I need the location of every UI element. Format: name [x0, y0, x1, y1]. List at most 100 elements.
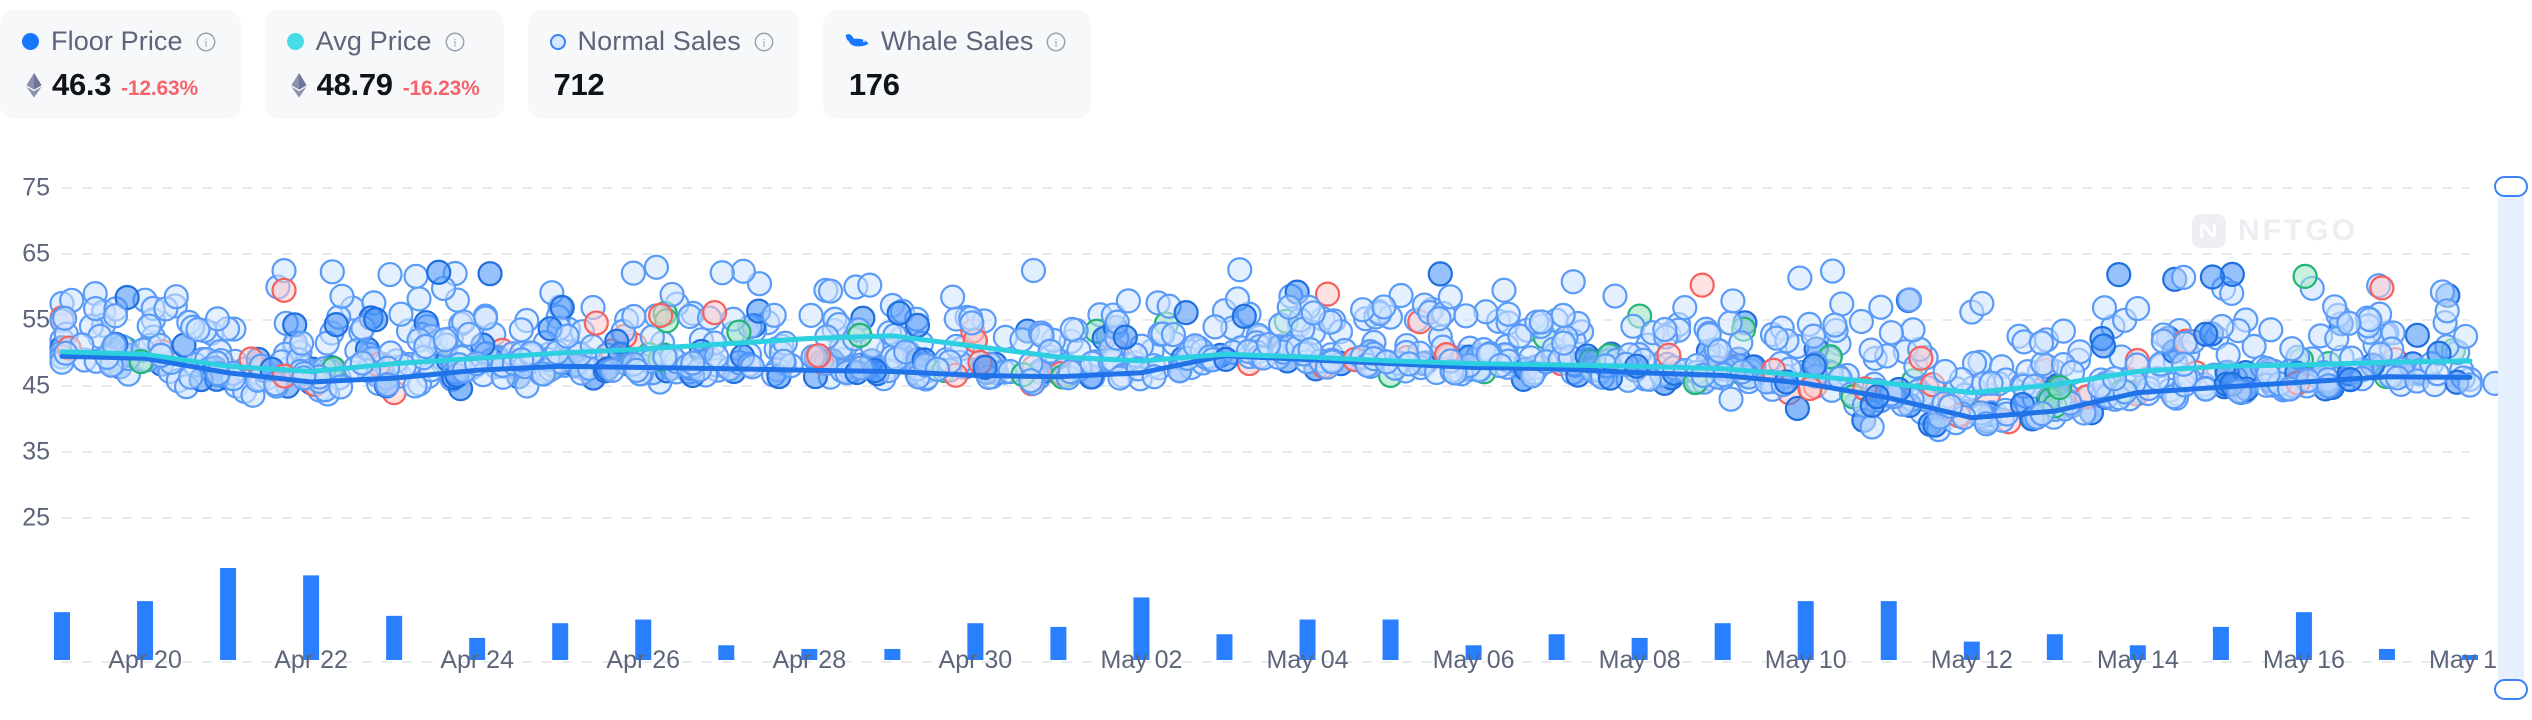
scatter-point: [2280, 337, 2303, 360]
legend-card-row: Floor Pricei46.3-12.63%Avg Pricei48.79-1…: [0, 10, 1091, 119]
x-axis-tick-label: May 12: [1902, 646, 2042, 675]
scatter-point: [1372, 295, 1395, 318]
x-axis-tick-label: Apr 24: [407, 646, 547, 675]
scatter-point: [405, 265, 428, 288]
volume-bar[interactable]: [884, 649, 900, 660]
svg-text:i: i: [453, 35, 457, 49]
scatter-point: [1233, 305, 1256, 328]
volume-bar[interactable]: [718, 645, 734, 660]
legend-card-avg-price[interactable]: Avg Pricei48.79-16.23%: [265, 10, 504, 119]
svg-text:i: i: [204, 35, 208, 49]
scatter-point: [1530, 310, 1553, 333]
eth-icon: [26, 73, 42, 98]
scatter-point: [1429, 262, 1452, 285]
info-icon[interactable]: i: [753, 31, 775, 53]
scatter-point: [1439, 285, 1462, 308]
slider-handle-bottom[interactable]: [2494, 679, 2528, 700]
scatter-point: [819, 280, 842, 303]
slider-handle-top[interactable]: [2494, 176, 2528, 197]
legend-card-label: Floor Price: [51, 26, 183, 57]
scatter-point: [645, 256, 668, 279]
scatter-point: [1902, 318, 1925, 341]
info-icon[interactable]: i: [1045, 31, 1067, 53]
y-axis-tick-label: 25: [0, 504, 50, 533]
y-axis-tick-label: 75: [0, 174, 50, 203]
nftgo-logo-icon: [2192, 214, 2226, 248]
svg-text:i: i: [1055, 35, 1059, 49]
y-axis-tick-label: 55: [0, 306, 50, 335]
info-icon[interactable]: i: [444, 31, 466, 53]
scatter-point: [2340, 347, 2363, 370]
y-axis-tick-label: 65: [0, 240, 50, 269]
scatter-point: [926, 358, 949, 381]
volume-bar[interactable]: [2379, 649, 2395, 660]
x-axis-tick-label: May 02: [1071, 646, 1211, 675]
x-axis-tick-label: May 08: [1570, 646, 1710, 675]
legend-card-floor-price[interactable]: Floor Pricei46.3-12.63%: [0, 10, 241, 119]
scatter-point: [364, 308, 387, 331]
scatter-point: [206, 307, 229, 330]
scatter-point: [1719, 311, 1742, 334]
volume-bar[interactable]: [552, 623, 568, 660]
scatter-point: [2194, 323, 2217, 346]
scatter-point: [1059, 360, 1082, 383]
scatter-point: [379, 263, 402, 286]
legend-card-value-row: 176: [845, 67, 1068, 103]
scatter-point: [2406, 324, 2429, 347]
scatter-point: [2436, 299, 2459, 322]
volume-bar[interactable]: [386, 616, 402, 660]
scatter-point: [1721, 289, 1744, 312]
volume-bar[interactable]: [2047, 634, 2063, 660]
scatter-point: [53, 307, 76, 330]
scatter-point: [732, 260, 755, 283]
info-icon[interactable]: i: [195, 31, 217, 53]
scatter-point: [1719, 388, 1742, 411]
legend-card-whale-sales[interactable]: Whale Salesi176: [823, 10, 1092, 119]
volume-bar[interactable]: [1050, 627, 1066, 660]
scatter-point: [2031, 352, 2054, 375]
nft-analytics-chart-panel: Floor Pricei46.3-12.63%Avg Pricei48.79-1…: [0, 0, 2532, 720]
scatter-point: [2092, 334, 2115, 357]
volume-bar[interactable]: [220, 568, 236, 660]
legend-card-value: 712: [554, 67, 605, 103]
volume-bar[interactable]: [1383, 620, 1399, 660]
scatter-point: [2217, 343, 2240, 366]
y-axis-tick-label: 45: [0, 372, 50, 401]
scatter-point: [325, 313, 348, 336]
scatter-point: [1880, 321, 1903, 344]
scatter-point: [290, 332, 313, 355]
scatter-point: [1278, 296, 1301, 319]
volume-bar[interactable]: [1549, 634, 1565, 660]
volume-bar[interactable]: [1216, 634, 1232, 660]
scatter-point: [1673, 296, 1696, 319]
scatter-point: [1552, 304, 1575, 327]
legend-card-label: Avg Price: [316, 26, 432, 57]
scatter-point: [138, 315, 161, 338]
scatter-point: [2052, 320, 2075, 343]
scatter-point: [1257, 333, 1280, 356]
scatter-point: [1552, 332, 1575, 355]
scatter-point: [1454, 304, 1477, 327]
x-axis-tick-label: Apr 20: [75, 646, 215, 675]
legend-card-normal-sales[interactable]: Normal Sales i 712: [528, 10, 799, 119]
volume-bar[interactable]: [1881, 601, 1897, 660]
legend-card-value: 176: [849, 67, 900, 103]
scatter-point: [1823, 314, 1846, 337]
legend-card-label: Normal Sales: [578, 26, 741, 57]
slider-track[interactable]: [2498, 190, 2524, 686]
vertical-zoom-slider[interactable]: [2494, 176, 2528, 700]
x-axis-tick-label: Apr 28: [739, 646, 879, 675]
volume-bar[interactable]: [54, 612, 70, 660]
scatter-point: [1019, 369, 1042, 392]
volume-bar[interactable]: [2213, 627, 2229, 660]
scatter-point: [1934, 360, 1957, 383]
scatter-point: [104, 304, 127, 327]
scatter-point: [625, 359, 648, 382]
scatter-point: [321, 260, 344, 283]
scatter-point: [661, 283, 684, 306]
watermark-text: NFTGO: [2238, 214, 2358, 248]
scatter-point: [1802, 325, 1825, 348]
volume-bar[interactable]: [1715, 623, 1731, 660]
series-dot-icon: [287, 33, 304, 50]
chart-canvas[interactable]: [0, 150, 2532, 720]
